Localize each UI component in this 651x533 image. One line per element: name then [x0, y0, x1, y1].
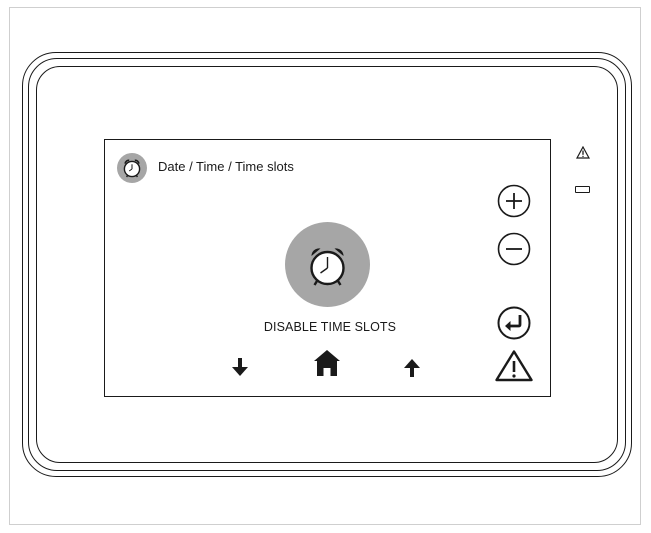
page-title: Date / Time / Time slots: [158, 159, 294, 174]
minus-icon[interactable]: [496, 231, 532, 267]
enter-return-icon[interactable]: [496, 305, 532, 341]
disable-time-slots-label: DISABLE TIME SLOTS: [263, 320, 397, 334]
status-led-bar: [575, 186, 590, 193]
home-icon[interactable]: [312, 348, 342, 378]
warning-led-icon: [576, 146, 590, 159]
alarm-clock-icon: [310, 248, 345, 286]
plus-icon[interactable]: [496, 183, 532, 219]
arrow-down-icon[interactable]: [229, 356, 251, 378]
disable-time-slots-button[interactable]: [285, 222, 370, 307]
alarm-clock-icon: [117, 153, 147, 183]
arrow-up-icon[interactable]: [401, 357, 423, 379]
warning-icon[interactable]: [494, 349, 534, 383]
